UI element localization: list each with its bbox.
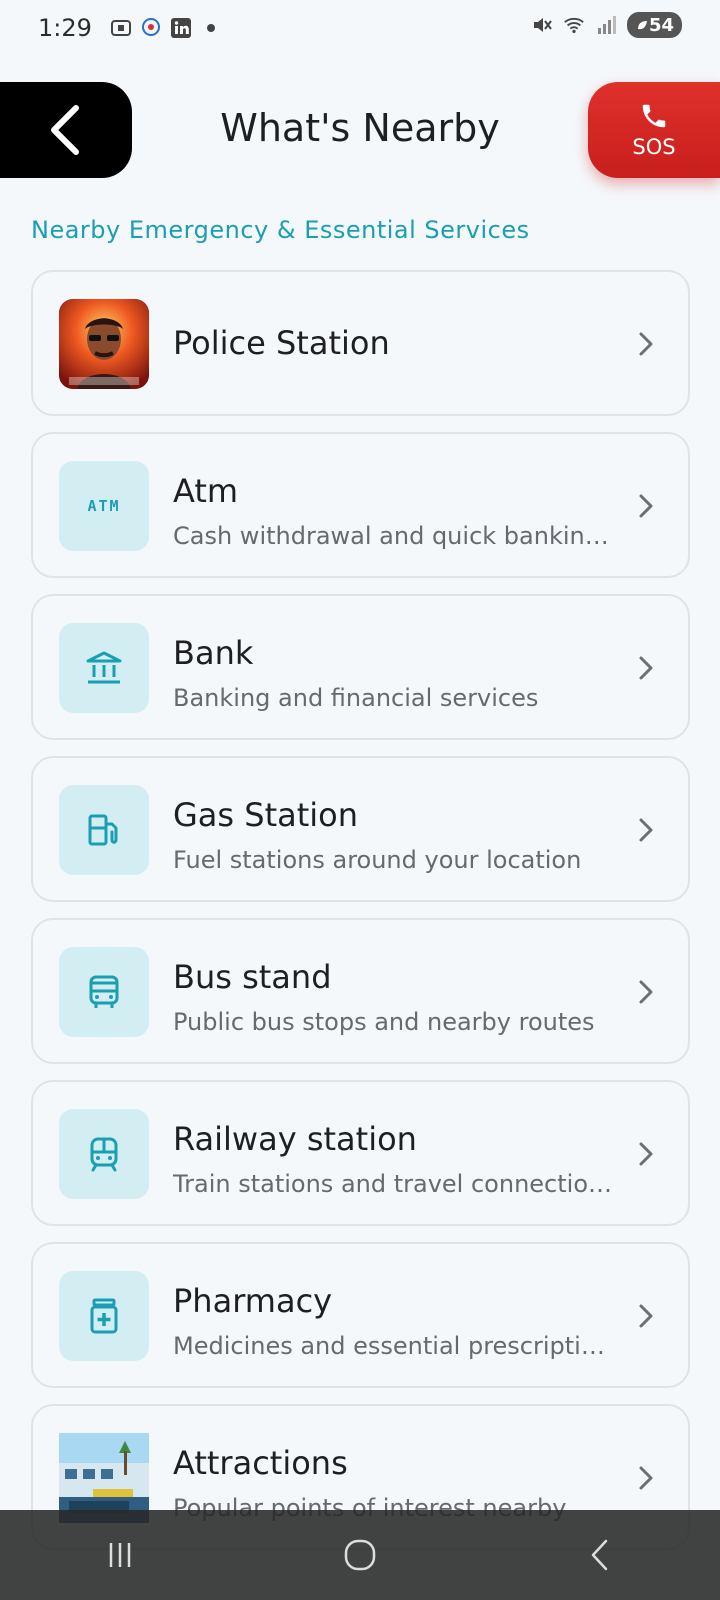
chevron-right-icon (639, 1304, 653, 1328)
app-notification-icon (140, 17, 162, 39)
item-title: Attractions (173, 1444, 348, 1482)
signal-icon (595, 14, 617, 36)
dot-icon (200, 17, 222, 39)
home-icon (344, 1539, 376, 1571)
nav-back-icon (591, 1539, 608, 1571)
section-title: Nearby Emergency & Essential Services (31, 216, 530, 244)
item-subtitle: Banking and financial services (173, 684, 539, 712)
battery-level: 54 (648, 14, 674, 36)
list-item-police-station[interactable]: Police Station (31, 270, 690, 416)
sos-button[interactable]: SOS (588, 82, 720, 178)
chevron-right-icon (639, 656, 653, 680)
item-title: Bank (173, 634, 254, 672)
chevron-right-icon (639, 494, 653, 518)
item-title: Railway station (173, 1120, 417, 1158)
status-bar: 1:29 54 (0, 0, 720, 56)
item-title: Atm (173, 472, 239, 510)
item-subtitle: Cash withdrawal and quick banking... (173, 522, 613, 550)
sos-label: SOS (632, 135, 676, 159)
wifi-icon (563, 14, 585, 36)
police-thumbnail (59, 299, 149, 389)
chevron-right-icon (639, 332, 653, 356)
chevron-right-icon (639, 818, 653, 842)
item-title: Pharmacy (173, 1282, 333, 1320)
notification-icons (110, 17, 222, 39)
item-subtitle: Train stations and travel connections (173, 1170, 613, 1198)
chevron-right-icon (639, 980, 653, 1004)
atm-icon-text: ATM (87, 497, 121, 515)
chevron-right-icon (639, 1466, 653, 1490)
system-icons: 54 (531, 12, 682, 38)
nav-back-button[interactable] (570, 1525, 630, 1585)
item-subtitle: Public bus stops and nearby routes (173, 1008, 595, 1036)
pharmacy-icon (59, 1271, 149, 1361)
atm-icon: ATM (59, 461, 149, 551)
recent-apps-button[interactable] (90, 1525, 150, 1585)
recent-apps-icon (109, 1543, 131, 1567)
item-title: Police Station (173, 324, 390, 362)
item-subtitle: Medicines and essential prescriptio... (173, 1332, 613, 1360)
bank-icon (59, 623, 149, 713)
gas-station-icon (59, 785, 149, 875)
phone-icon (642, 104, 666, 128)
bus-icon (59, 947, 149, 1037)
list-item-atm[interactable]: ATM Atm Cash withdrawal and quick bankin… (31, 432, 690, 578)
item-title: Gas Station (173, 796, 359, 834)
list-item-gas-station[interactable]: Gas Station Fuel stations around your lo… (31, 756, 690, 902)
system-nav-bar (0, 1510, 720, 1600)
list-item-railway-station[interactable]: Railway station Train stations and trave… (31, 1080, 690, 1226)
battery-indicator: 54 (626, 12, 682, 38)
police-photo (59, 299, 149, 389)
list-item-pharmacy[interactable]: Pharmacy Medicines and essential prescri… (31, 1242, 690, 1388)
screenshot-icon (110, 17, 132, 39)
status-time: 1:29 (38, 14, 92, 42)
list-item-bus-stand[interactable]: Bus stand Public bus stops and nearby ro… (31, 918, 690, 1064)
item-title: Bus stand (173, 958, 332, 996)
chevron-right-icon (639, 1142, 653, 1166)
header: What's Nearby SOS (0, 82, 720, 178)
battery-saver-icon (637, 21, 647, 30)
list-item-bank[interactable]: Bank Banking and financial services (31, 594, 690, 740)
item-subtitle: Fuel stations around your location (173, 846, 582, 874)
home-button[interactable] (330, 1525, 390, 1585)
train-icon (59, 1109, 149, 1199)
linkedin-icon (170, 17, 192, 39)
mute-icon (531, 14, 553, 36)
